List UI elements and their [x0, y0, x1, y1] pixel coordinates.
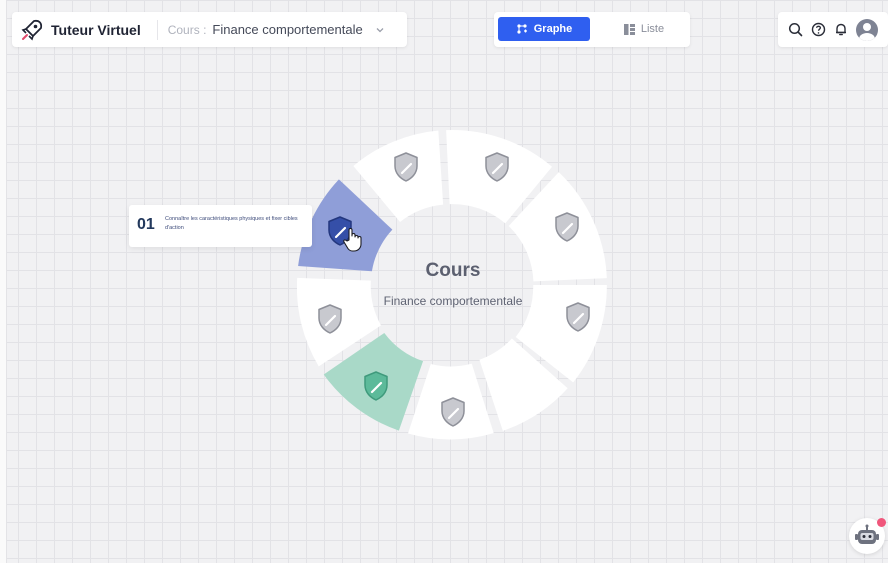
- toolbar-actions: [778, 12, 888, 47]
- robot-icon: [855, 524, 879, 544]
- center-title: Cours: [425, 260, 481, 281]
- graph-view-label: Graphe: [533, 23, 573, 35]
- assistant-bot-button[interactable]: [849, 518, 886, 554]
- list-view-button[interactable]: Liste: [604, 17, 684, 41]
- module-number: 01: [137, 216, 155, 233]
- help-icon: [811, 22, 826, 37]
- bell-icon: [836, 23, 846, 36]
- search-icon: [788, 22, 803, 37]
- course-ring: [297, 130, 607, 440]
- window-edge: [0, 0, 7, 563]
- course-selector[interactable]: Finance comportementale: [212, 22, 362, 37]
- notifications-button[interactable]: [834, 22, 848, 37]
- search-button[interactable]: [788, 22, 803, 37]
- notification-dot: [877, 518, 886, 527]
- graph-icon: [517, 24, 527, 34]
- course-header: Tuteur Virtuel Cours : Finance comportem…: [12, 12, 407, 47]
- header-divider: [156, 19, 158, 40]
- list-view-label: Liste: [640, 23, 665, 35]
- center-subtitle: Finance comportementale: [383, 294, 523, 308]
- user-avatar[interactable]: [856, 18, 878, 41]
- list-grid-icon: [623, 23, 635, 35]
- rocket-icon: [21, 19, 43, 40]
- module-tooltip: 01 Connaître les caractéristiques physiq…: [129, 205, 312, 247]
- module-description: Connaître les caractéristiques physiques…: [165, 216, 298, 231]
- graph-view-button[interactable]: Graphe: [498, 17, 590, 41]
- course-prefix: Cours :: [167, 22, 207, 37]
- chevron-down-icon[interactable]: [375, 25, 385, 35]
- view-toggle: Graphe Liste: [494, 12, 690, 47]
- app-title: Tuteur Virtuel: [51, 21, 141, 38]
- help-button[interactable]: [811, 22, 826, 37]
